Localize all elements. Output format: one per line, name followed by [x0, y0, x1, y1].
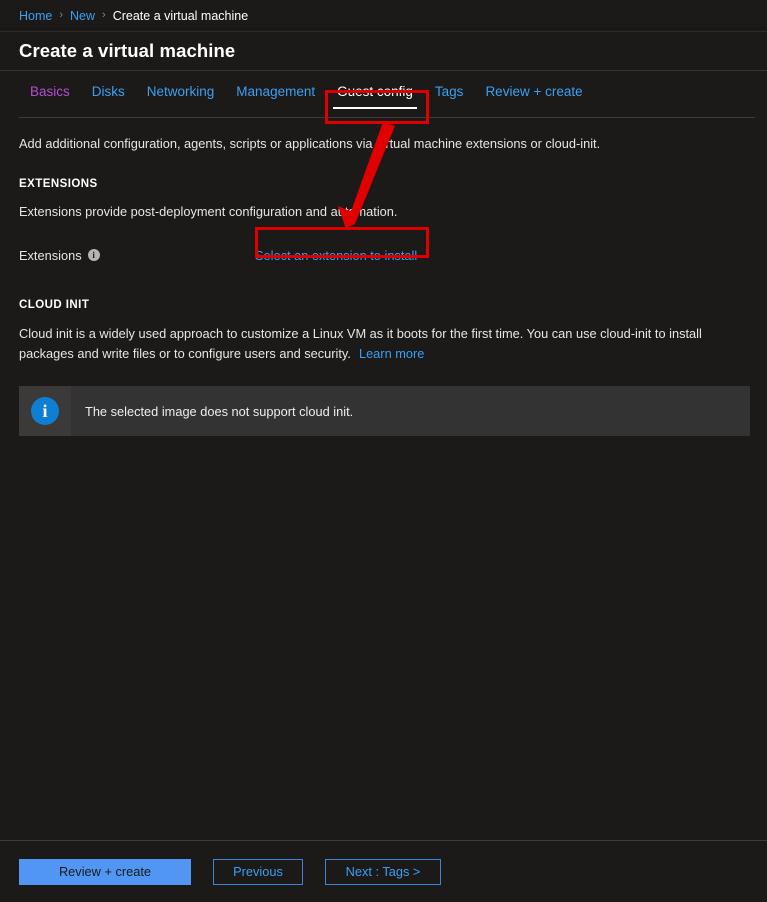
cloud-init-section-heading: CLOUD INIT [19, 299, 90, 311]
breadcrumb-chevron-icon: › [102, 9, 106, 21]
tab-bar: Basics Disks Networking Management Guest… [0, 71, 767, 119]
tab-networking[interactable]: Networking [136, 83, 226, 109]
extensions-field-row: Extensions i Select an extension to inst… [19, 241, 748, 269]
banner-message: The selected image does not support clou… [85, 403, 354, 419]
breadcrumb: Home › New › Create a virtual machine [0, 0, 767, 32]
select-extension-link[interactable]: Select an extension to install [255, 248, 417, 263]
tab-review-create[interactable]: Review + create [474, 83, 593, 109]
main-content: Add additional configuration, agents, sc… [0, 135, 767, 436]
learn-more-link[interactable]: Learn more [359, 346, 424, 361]
banner-icon-container: i [19, 386, 71, 436]
cloud-init-info-banner: i The selected image does not support cl… [19, 386, 750, 436]
tab-bar-underline [19, 117, 755, 118]
cloud-init-description: Cloud init is a widely used approach to … [19, 324, 745, 364]
azure-create-vm-blade: Home › New › Create a virtual machine Cr… [0, 0, 767, 902]
breadcrumb-chevron-icon: › [59, 9, 64, 21]
intro-text: Add additional configuration, agents, sc… [19, 136, 601, 151]
page-title: Create a virtual machine [19, 40, 236, 61]
info-circle-icon: i [31, 397, 59, 425]
tab-disks[interactable]: Disks [81, 83, 136, 109]
breadcrumb-item-new[interactable]: New [70, 9, 95, 23]
review-create-button[interactable]: Review + create [19, 858, 191, 885]
extensions-label: Extensions i [19, 248, 255, 263]
tab-basics[interactable]: Basics [19, 83, 81, 109]
extensions-description: Extensions provide post-deployment confi… [19, 204, 398, 219]
tab-management[interactable]: Management [225, 83, 326, 109]
breadcrumb-item-home[interactable]: Home [19, 9, 52, 23]
title-bar: Create a virtual machine [0, 32, 767, 70]
extensions-section-heading: EXTENSIONS [19, 178, 98, 190]
tab-guest-config[interactable]: Guest config [326, 83, 424, 109]
info-icon[interactable]: i [87, 249, 100, 261]
previous-button[interactable]: Previous [213, 858, 303, 885]
footer-actions: Review + create Previous Next : Tags > [0, 841, 767, 902]
tab-tags[interactable]: Tags [424, 83, 475, 109]
extensions-label-text: Extensions [19, 247, 82, 263]
breadcrumb-item-current: Create a virtual machine [112, 8, 249, 23]
next-tags-button[interactable]: Next : Tags > [325, 858, 441, 885]
